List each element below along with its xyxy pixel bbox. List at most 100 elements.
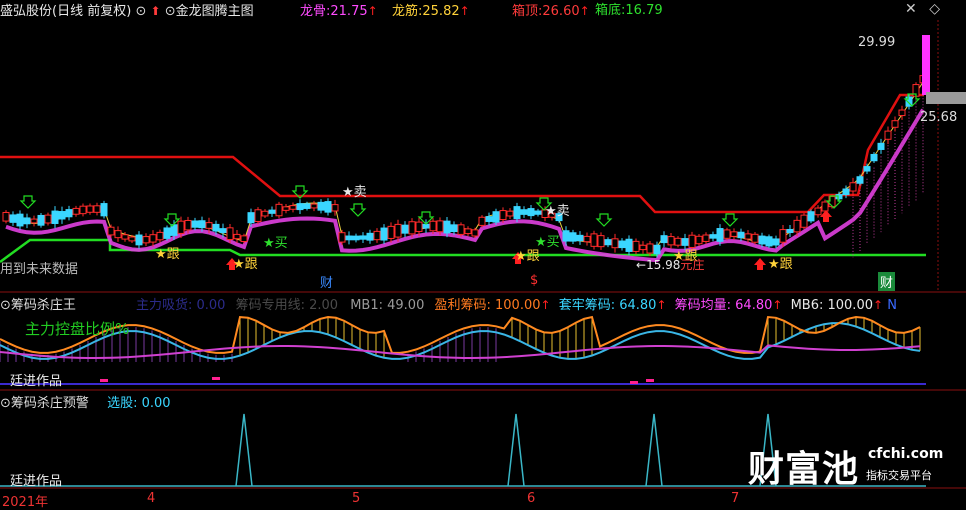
avg-chip-label: 筹码均量: 64.80 xyxy=(674,298,773,313)
candle-body xyxy=(863,166,871,172)
candle-body xyxy=(408,221,416,235)
up-arrow-icon: ↑ xyxy=(367,4,378,18)
collapse-circle-icon[interactable]: ⊙ xyxy=(165,4,176,19)
candle-body xyxy=(590,233,598,247)
period-mode[interactable]: (日线 前复权) xyxy=(52,4,131,19)
candle-body xyxy=(205,222,213,229)
high-price-label: 29.99 xyxy=(858,35,896,50)
finance-tag[interactable]: 财 xyxy=(320,272,333,291)
indicator-name[interactable]: 金龙图腾主图 xyxy=(176,4,254,19)
candle-body xyxy=(450,224,458,233)
candle-body xyxy=(429,220,437,232)
candle-body xyxy=(744,233,752,240)
candle-body xyxy=(870,153,878,162)
candle-body xyxy=(807,211,815,222)
candle-body xyxy=(653,244,661,255)
candle-body xyxy=(625,238,633,252)
candle-body xyxy=(576,234,584,242)
trapped-chip-line xyxy=(0,322,921,360)
candle-body xyxy=(632,240,640,252)
candle-body xyxy=(303,203,311,209)
price-tag-box xyxy=(926,92,966,104)
watermark-sub: 指标交易平台 xyxy=(866,469,932,482)
up-arrow-icon: ↑ xyxy=(772,298,783,312)
candle-body xyxy=(331,204,339,212)
candle-body xyxy=(345,235,353,241)
candle-body xyxy=(366,232,374,241)
candle-body xyxy=(702,234,710,242)
kline-chart-area[interactable] xyxy=(0,0,966,510)
candle-body xyxy=(23,217,31,225)
longgu-label: 龙骨: xyxy=(300,4,331,19)
month-label: 4 xyxy=(147,491,156,506)
candle-body xyxy=(219,228,227,234)
candle-body xyxy=(72,207,80,215)
candle-body xyxy=(730,231,738,237)
candle-body xyxy=(793,219,801,233)
candle-body xyxy=(268,209,276,214)
candle-body xyxy=(394,223,402,238)
candle-body xyxy=(58,211,66,220)
panel-collapse-icon[interactable]: ⊙ xyxy=(0,396,11,411)
candle-body xyxy=(121,234,129,240)
candle-body xyxy=(177,220,185,234)
candle-body xyxy=(65,209,73,218)
candle-body xyxy=(758,235,766,245)
candle-body xyxy=(93,205,101,213)
candle-body xyxy=(611,238,619,249)
candle-body xyxy=(380,227,388,241)
candle-body xyxy=(485,216,493,222)
candle-body xyxy=(534,210,542,215)
panel-collapse-icon[interactable]: ⊙ xyxy=(0,298,11,313)
reduce-tag[interactable]: 财 xyxy=(878,272,896,291)
truncated-label: N xyxy=(887,298,897,313)
up-arrow-icon: ↑ xyxy=(540,298,551,312)
candle-body xyxy=(457,224,465,235)
sell-signal: ★卖 xyxy=(342,185,367,200)
up-arrow-icon: ↑ xyxy=(459,4,470,18)
settings-circle-icon[interactable]: ⊙ xyxy=(135,4,146,19)
chart-header: 盛弘股份(日线 前复权) ⊙ ⬆ ⊙金龙图腾主图 xyxy=(0,2,254,21)
boxtop-value: 26.60 xyxy=(542,4,580,19)
candle-body xyxy=(569,232,577,242)
green-arrow-icon xyxy=(595,213,613,227)
panel1-overlay-text: 主力控盘比例% xyxy=(25,320,130,338)
candle-body xyxy=(226,227,234,241)
menu-diamond-icon[interactable]: ◇ xyxy=(929,1,940,17)
candle-body xyxy=(884,130,892,140)
candle-body xyxy=(618,240,626,249)
close-icon[interactable]: ✕ xyxy=(905,1,917,17)
main-chip-marker xyxy=(630,381,638,384)
longgu-value: 21.75 xyxy=(330,4,368,19)
candle-body xyxy=(471,229,479,237)
candle-body xyxy=(737,231,745,239)
candle-body xyxy=(583,235,591,243)
longjin-label: 龙筋: xyxy=(392,4,423,19)
up-arrow-icon: ↑ xyxy=(656,298,667,312)
dollar-tag[interactable]: $ xyxy=(530,273,538,288)
month-label: 7 xyxy=(731,491,740,506)
candle-body xyxy=(520,209,528,215)
panel1-title[interactable]: 筹码杀庄王 xyxy=(11,298,76,313)
mb6-label: MB6: 100.00 xyxy=(790,298,873,313)
candle-body xyxy=(723,229,731,239)
candle-body xyxy=(275,203,283,217)
candle-body xyxy=(716,228,724,242)
year-label: 2021年 xyxy=(2,495,49,510)
panel2-title[interactable]: 筹码杀庄预警 xyxy=(11,396,89,411)
stock-name[interactable]: 盛弘股份 xyxy=(0,4,52,19)
candle-body xyxy=(128,236,136,242)
candle-body xyxy=(506,210,514,217)
candle-body xyxy=(135,234,143,246)
candle-body xyxy=(261,210,269,217)
candle-body xyxy=(240,235,248,243)
window-controls: ✕ ◇ xyxy=(905,1,940,17)
candle-body xyxy=(464,228,472,235)
watermark-logo: 财富池 xyxy=(748,449,860,490)
candle-body xyxy=(765,236,773,247)
candle-body xyxy=(639,244,647,251)
candle-body xyxy=(821,201,829,212)
candle-body xyxy=(282,206,290,211)
up-arrow-icon: ↑ xyxy=(579,4,590,18)
candle-body xyxy=(359,235,367,240)
